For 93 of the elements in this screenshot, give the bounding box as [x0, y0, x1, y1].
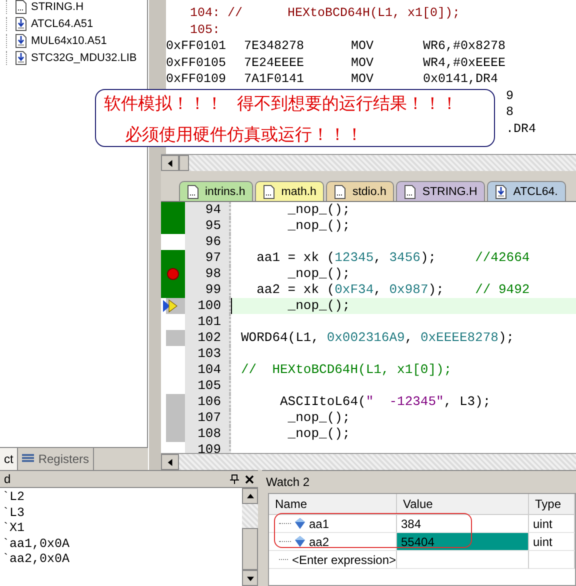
- code-line: aa1 = xk (12345, 3456); //42664: [256, 250, 530, 265]
- tree-item[interactable]: MUL64x10.A51: [31, 35, 107, 47]
- opcode: 7E24EEEE: [244, 56, 306, 72]
- scroll-up-icon[interactable]: [246, 492, 254, 500]
- code-line: _nop_();: [286, 202, 350, 217]
- mnemonic: MOV: [351, 56, 375, 72]
- tree-item[interactable]: STC32G_MDU32.LIB: [31, 52, 137, 64]
- callout-text: 必须使用硬件仿真或运行！！！: [125, 124, 363, 146]
- watch-type: uint: [529, 533, 575, 551]
- watch-type: uint: [529, 515, 575, 533]
- line-number: 106: [185, 394, 231, 410]
- code-line: _nop_();: [286, 426, 350, 441]
- disassembly-fragment: .DR4: [506, 122, 536, 138]
- command-line: `L3: [2, 506, 26, 521]
- column-header[interactable]: Type: [529, 494, 575, 515]
- code-line: _nop_();: [286, 266, 350, 281]
- operand: WR6,#0x8278: [423, 39, 507, 55]
- opcode: 7E348278: [244, 39, 306, 55]
- address: 0xFF0105: [166, 56, 228, 72]
- mnemonic: MOV: [351, 39, 375, 55]
- file-tab[interactable]: stdio.h: [326, 181, 394, 201]
- file-icon: [404, 184, 416, 198]
- tree-item[interactable]: ATCL64.A51: [31, 18, 94, 30]
- panel-title: Watch 2: [266, 475, 311, 489]
- line-number: 100: [185, 298, 231, 314]
- file-tab[interactable]: intrins.h: [179, 181, 254, 201]
- file-icon: [334, 184, 346, 198]
- code-line: ASCIItoL64(" -12345", L3);: [279, 394, 491, 409]
- disassembly-fragment: 8: [506, 105, 514, 121]
- registers-icon: [22, 454, 34, 464]
- operand: WR4,#0xEEEE: [423, 56, 507, 72]
- file-tab[interactable]: ATCL64.: [487, 181, 566, 201]
- line-number: 98: [185, 266, 231, 282]
- line-number: 108: [185, 426, 231, 442]
- command-line: `aa1,0x0A: [2, 536, 71, 552]
- address: 0xFF0109: [166, 72, 228, 88]
- callout-text: 软件模拟！！！ 得不到想要的运行结果！！！: [104, 93, 458, 115]
- source-line: 105:: [189, 22, 222, 38]
- scroll-left-icon[interactable]: [166, 160, 174, 166]
- code-line: // HEXtoBCD64H(L1, x1[0]);: [241, 362, 452, 377]
- mnemonic: MOV: [351, 72, 375, 88]
- disassembly-fragment: 9: [506, 88, 514, 104]
- code-line: _nop_();: [286, 218, 350, 233]
- line-number: 105: [185, 378, 231, 394]
- file-tab[interactable]: STRING.H: [396, 181, 486, 201]
- panel-tab[interactable]: ct: [0, 448, 18, 470]
- close-icon[interactable]: [245, 474, 254, 484]
- line-number: 109: [185, 442, 231, 453]
- panel-title: d: [4, 472, 12, 486]
- variable-icon: [295, 536, 305, 547]
- column-header[interactable]: Value: [397, 494, 529, 515]
- line-number: 104: [185, 362, 231, 378]
- command-line: `L2: [2, 490, 26, 506]
- column-header[interactable]: Name: [269, 494, 397, 515]
- scroll-thumb[interactable]: [242, 528, 258, 570]
- vertical-scrollbar[interactable]: [242, 488, 258, 586]
- scroll-left-icon[interactable]: [166, 458, 174, 466]
- enter-expression-field[interactable]: <Enter expression>: [292, 552, 396, 566]
- code-line: aa2 = xk (0xF34, 0x987); // 9492: [256, 282, 530, 297]
- watch-value: 55404: [397, 533, 529, 551]
- code-line: _nop_();: [286, 410, 350, 425]
- pin-icon[interactable]: [230, 474, 239, 484]
- file-icon: [263, 184, 276, 198]
- line-number: 97: [185, 250, 231, 266]
- line-number: 95: [185, 218, 231, 234]
- code-line: WORD64(L1, 0x002316A9, 0xEEEE8278);: [241, 330, 514, 345]
- file-icon: [187, 184, 199, 198]
- scroll-thumb[interactable]: [179, 155, 189, 171]
- scroll-down-icon[interactable]: [246, 574, 254, 582]
- code-line: _nop_();: [286, 298, 350, 313]
- line-number: 107: [185, 410, 231, 426]
- line-number: 99: [185, 282, 231, 298]
- file-download-icon: [15, 34, 27, 48]
- variable-icon: [295, 518, 305, 529]
- watch-name: aa2: [309, 534, 330, 548]
- address: 0xFF0101: [166, 39, 228, 55]
- command-line: `aa2,0x0A: [2, 552, 71, 568]
- source-line: 104: // HEXtoBCD64H(L1, x1[0]);: [189, 6, 462, 22]
- file-download-icon: [15, 51, 27, 65]
- line-number: 94: [185, 202, 231, 218]
- line-number: 102: [185, 330, 231, 346]
- file-tab[interactable]: math.h: [255, 181, 324, 201]
- line-number: 101: [185, 314, 231, 330]
- file-download-icon: [495, 184, 508, 198]
- line-number: 96: [185, 234, 231, 250]
- line-number: 103: [185, 346, 231, 362]
- watch-name: aa1: [309, 516, 330, 530]
- empty-cell: [529, 551, 575, 569]
- file-download-icon: [15, 17, 27, 31]
- operand: 0x0141,DR4: [423, 72, 500, 88]
- opcode: 7A1F0141: [244, 72, 306, 88]
- tree-item[interactable]: STRING.H: [31, 1, 84, 13]
- command-line: `X1: [2, 521, 26, 536]
